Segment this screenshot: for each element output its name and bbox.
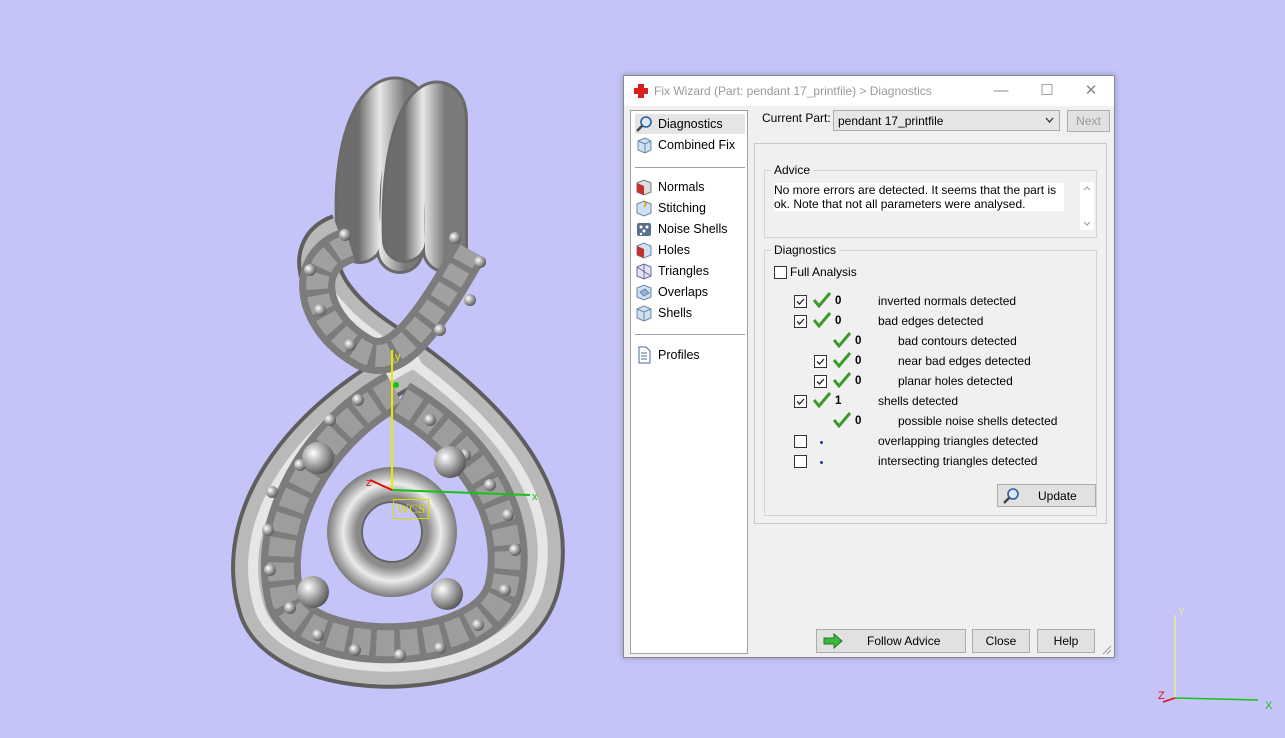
green-check-icon [833, 332, 851, 348]
green-check-icon [813, 392, 831, 408]
nav-item-triangles[interactable]: Triangles [635, 261, 745, 281]
minimize-button[interactable]: — [978, 76, 1024, 106]
svg-text:z: z [366, 477, 372, 489]
nav-item-stitching[interactable]: Stitching [635, 198, 745, 218]
noise-shells-icon [637, 223, 651, 236]
intersecting-triangles-checkbox[interactable] [794, 455, 807, 468]
window-title: Fix Wizard (Part: pendant 17_printfile) … [654, 84, 932, 98]
nav-item-combined-fix[interactable]: Combined Fix [635, 135, 745, 155]
nav-item-noise-shells[interactable]: Noise Shells [635, 219, 745, 239]
diagnostics-title: Diagnostics [771, 243, 840, 257]
nav-item-diagnostics[interactable]: Diagnostics [635, 114, 745, 134]
corner-axis-y: Y [1178, 606, 1186, 618]
corner-axis-z: Z [1158, 690, 1165, 702]
green-arrow-icon [823, 633, 843, 649]
green-check-icon [813, 292, 831, 308]
green-check-icon [833, 412, 851, 428]
overlapping-triangles-label: overlapping triangles detected [878, 434, 1039, 448]
diagnostics-panel: Advice No more errors are detected. It s… [754, 143, 1107, 524]
chevron-down-icon [1045, 117, 1054, 123]
close-window-button[interactable]: ✕ [1068, 76, 1114, 106]
bad-edges-label: bad edges detected [878, 314, 984, 328]
triangles-icon [636, 263, 652, 280]
nav-item-profiles[interactable]: Profiles [635, 345, 745, 365]
advice-title: Advice [771, 163, 814, 177]
nav-item-holes[interactable]: Holes [635, 240, 745, 260]
update-label: Update [1038, 489, 1077, 503]
wcs-label: WCS [393, 499, 429, 519]
close-button[interactable]: Close [972, 629, 1030, 653]
red-cross-icon [634, 84, 648, 98]
inverted-normals-count: 0 [835, 295, 842, 307]
wizard-nav-pane: Diagnostics Combined Fix Normals Stitchi… [630, 110, 748, 654]
svg-text:y: y [395, 351, 401, 363]
shells-icon [636, 305, 652, 322]
svg-text:x: x [532, 491, 538, 503]
full-analysis-checkbox[interactable] [774, 266, 787, 279]
inverted-normals-checkbox[interactable] [794, 295, 807, 308]
nav-item-normals[interactable]: Normals [635, 177, 745, 197]
document-icon [638, 346, 651, 364]
cube-icon [637, 137, 652, 154]
title-bar[interactable]: Fix Wizard (Part: pendant 17_printfile) … [624, 76, 1114, 106]
pending-dot-icon [820, 461, 823, 464]
resize-grip-icon[interactable] [1102, 645, 1112, 655]
bad-edges-count: 0 [835, 315, 842, 327]
diagnostics-group: Diagnostics Full Analysis 0 inverted nor… [764, 243, 1097, 516]
inverted-normals-label: inverted normals detected [878, 294, 1017, 308]
current-part-value: pendant 17_printfile [838, 114, 944, 128]
scroll-arrows-icon [1083, 186, 1091, 226]
near-bad-edges-label: near bad edges detected [898, 354, 1031, 368]
fix-wizard-dialog: Fix Wizard (Part: pendant 17_printfile) … [623, 75, 1115, 658]
bad-contours-count: 0 [855, 335, 862, 347]
green-check-icon [833, 372, 851, 388]
nav-item-shells[interactable]: Shells [635, 303, 745, 323]
follow-advice-button[interactable]: Follow Advice [816, 629, 966, 653]
full-analysis-label: Full Analysis [790, 265, 857, 279]
overlaps-icon [636, 284, 652, 301]
advice-scrollbar[interactable] [1080, 182, 1094, 230]
near-bad-edges-count: 0 [855, 355, 862, 367]
green-check-icon [833, 352, 851, 368]
noise-shells-label: possible noise shells detected [898, 414, 1058, 428]
planar-holes-checkbox[interactable] [814, 375, 827, 388]
normals-icon [636, 179, 652, 196]
bad-contours-label: bad contours detected [898, 334, 1017, 348]
magnifier-icon [1003, 488, 1019, 504]
next-button[interactable]: Next [1067, 110, 1110, 132]
intersecting-triangles-label: intersecting triangles detected [878, 454, 1038, 468]
maximize-button[interactable]: ☐ [1024, 76, 1070, 106]
help-button[interactable]: Help [1037, 629, 1095, 653]
shells-label: shells detected [878, 394, 959, 408]
current-part-label: Current Part: [762, 111, 831, 125]
near-bad-edges-checkbox[interactable] [814, 355, 827, 368]
pending-dot-icon [820, 441, 823, 444]
planar-holes-count: 0 [855, 375, 862, 387]
magnifier-icon [636, 116, 652, 132]
noise-shells-count: 0 [855, 415, 862, 427]
nav-separator [635, 167, 745, 168]
planar-holes-label: planar holes detected [898, 374, 1013, 388]
green-check-icon [813, 312, 831, 328]
bad-edges-checkbox[interactable] [794, 315, 807, 328]
corner-axis-x: X [1265, 700, 1273, 712]
shells-checkbox[interactable] [794, 395, 807, 408]
update-button[interactable]: Update [997, 484, 1096, 507]
advice-group: Advice No more errors are detected. It s… [764, 163, 1097, 238]
overlapping-triangles-checkbox[interactable] [794, 435, 807, 448]
stitching-icon [636, 200, 652, 217]
follow-advice-label: Follow Advice [867, 634, 941, 648]
nav-separator [635, 334, 745, 335]
current-part-select[interactable]: pendant 17_printfile [833, 110, 1060, 131]
nav-item-overlaps[interactable]: Overlaps [635, 282, 745, 302]
holes-icon [636, 242, 652, 259]
shells-count: 1 [835, 395, 842, 407]
advice-text: No more errors are detected. It seems th… [774, 183, 1064, 211]
